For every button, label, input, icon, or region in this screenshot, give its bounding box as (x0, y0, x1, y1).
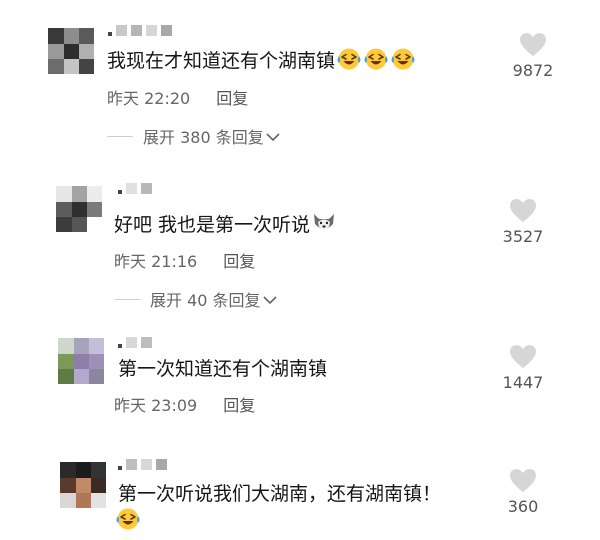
comment-time: 昨天 23:09 (114, 396, 198, 415)
comment-text: 第一次听说我们大湖南，还有湖南镇！ (118, 483, 442, 505)
like-count: 3527 (502, 227, 544, 246)
heart-icon (488, 468, 558, 493)
comment-item: 好吧 我也是第一次听说 昨天 21:16 回复 展开 40 条回复 3527 (0, 160, 600, 320)
divider-line (114, 298, 140, 300)
avatar[interactable] (58, 338, 104, 384)
comment-item: 我现在才知道还有个湖南镇 昨天 22:20 回复 展开 380 条回复 9872 (0, 0, 600, 160)
comment-time: 昨天 21:16 (114, 252, 198, 271)
username-blurred[interactable] (108, 22, 172, 36)
username-blurred[interactable] (118, 456, 167, 470)
comment-text: 好吧 我也是第一次听说 (114, 211, 337, 242)
chevron-down-icon (266, 127, 280, 146)
comment-item: 第一次听说我们大湖南，还有湖南镇！ 360 (0, 440, 600, 540)
laughing-tears-emoji (115, 507, 141, 538)
like-count: 9872 (512, 61, 554, 80)
comment-item: 第一次知道还有个湖南镇 昨天 23:09 回复 1447 (0, 320, 600, 440)
laughing-tears-emoji (390, 47, 416, 78)
divider-line (107, 135, 133, 137)
comment-text-emoji-line (114, 507, 141, 538)
comment-meta: 昨天 23:09 回复 (114, 392, 255, 416)
expand-replies-button[interactable]: 展开 380 条回复 (107, 124, 280, 148)
comment-time: 昨天 22:20 (107, 89, 191, 108)
reply-button[interactable]: 回复 (223, 252, 255, 271)
expand-replies-label: 展开 380 条回复 (143, 128, 264, 147)
heart-icon (498, 32, 568, 57)
laughing-tears-emoji (363, 47, 389, 78)
username-blurred[interactable] (118, 334, 152, 348)
avatar[interactable] (60, 462, 106, 508)
chevron-down-icon (262, 290, 277, 309)
like-button[interactable]: 3527 (488, 198, 558, 246)
husky-dog-emoji (311, 211, 337, 242)
laughing-tears-emoji (336, 47, 362, 78)
comment-meta: 昨天 22:20 回复 (107, 85, 248, 109)
reply-button[interactable]: 回复 (223, 396, 255, 415)
like-button[interactable]: 9872 (498, 32, 568, 80)
avatar[interactable] (56, 186, 102, 232)
heart-icon (488, 344, 558, 369)
like-count: 1447 (502, 373, 544, 392)
like-count: 360 (507, 497, 539, 516)
expand-replies-button[interactable]: 展开 40 条回复 (114, 287, 277, 311)
reply-button[interactable]: 回复 (216, 89, 248, 108)
comment-text: 第一次知道还有个湖南镇 (118, 358, 328, 380)
like-button[interactable]: 360 (488, 468, 558, 516)
username-blurred[interactable] (118, 180, 152, 194)
expand-replies-label: 展开 40 条回复 (150, 291, 261, 310)
heart-icon (488, 198, 558, 223)
avatar[interactable] (48, 28, 94, 74)
like-button[interactable]: 1447 (488, 344, 558, 392)
comment-text: 我现在才知道还有个湖南镇 (107, 47, 416, 78)
comment-meta: 昨天 21:16 回复 (114, 248, 255, 272)
